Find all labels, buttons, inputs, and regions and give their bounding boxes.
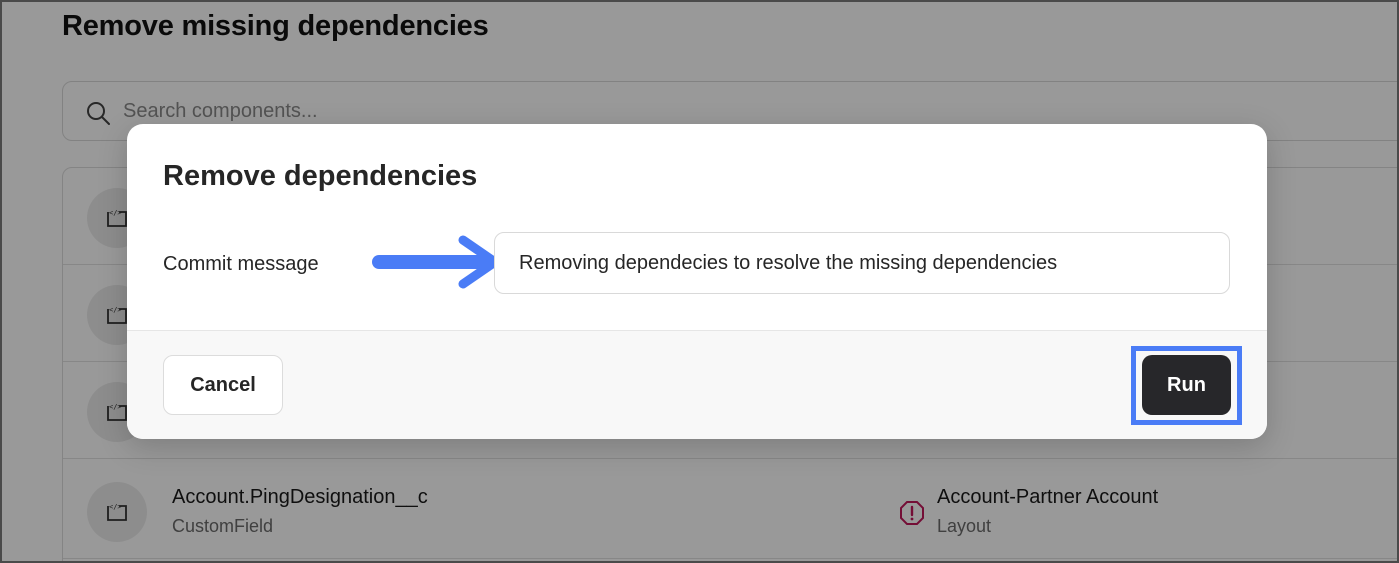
- dialog-title: Remove dependencies: [163, 160, 478, 192]
- screen: Remove missing dependencies Search compo…: [0, 0, 1399, 563]
- pointer-arrow-icon: [372, 235, 500, 289]
- remove-dependencies-dialog: Remove dependencies Commit message Cance…: [127, 124, 1267, 439]
- dialog-footer: Cancel Run: [127, 330, 1267, 439]
- cancel-button[interactable]: Cancel: [163, 355, 283, 415]
- commit-message-input[interactable]: [494, 232, 1230, 294]
- commit-message-label: Commit message: [163, 253, 319, 275]
- run-button[interactable]: Run: [1142, 355, 1231, 415]
